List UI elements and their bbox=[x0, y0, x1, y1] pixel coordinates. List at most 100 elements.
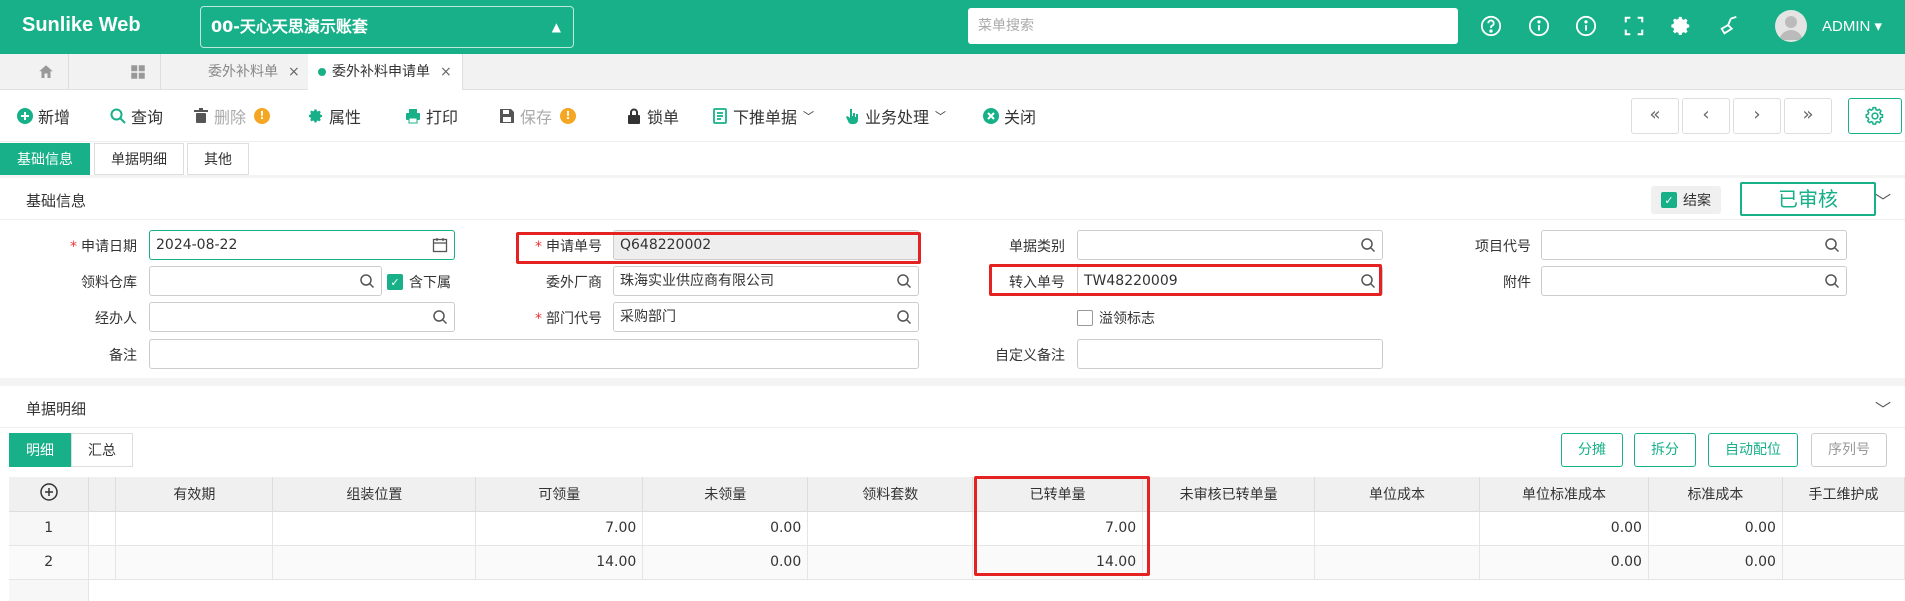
prev-record-button[interactable]: ‹ bbox=[1682, 98, 1730, 134]
table-cell[interactable]: 0.00 bbox=[642, 511, 809, 546]
grid-menu-icon[interactable] bbox=[115, 54, 161, 90]
table-cell[interactable]: 7.00 bbox=[475, 511, 644, 546]
gear-icon[interactable] bbox=[1670, 15, 1692, 37]
first-record-button[interactable]: « bbox=[1631, 98, 1679, 134]
about-icon[interactable] bbox=[1575, 15, 1597, 37]
table-cell[interactable] bbox=[1142, 511, 1316, 546]
tab-summary[interactable]: 汇总 bbox=[71, 433, 133, 467]
business-button[interactable]: 业务处理 ﹀ bbox=[844, 104, 946, 128]
document-icon bbox=[713, 108, 727, 124]
dept-field[interactable]: 采购部门 bbox=[613, 302, 919, 332]
table-cell[interactable] bbox=[1142, 545, 1316, 580]
table-cell[interactable]: 0.00 bbox=[1648, 545, 1783, 580]
auto-position-button[interactable]: 自动配位 bbox=[1708, 433, 1798, 467]
table-cell[interactable] bbox=[1782, 511, 1905, 546]
remark-field[interactable] bbox=[149, 339, 919, 369]
table-cell[interactable]: 14.00 bbox=[475, 545, 644, 580]
warning-icon: ! bbox=[254, 108, 271, 124]
broom-icon[interactable] bbox=[1718, 15, 1740, 37]
help-icon[interactable] bbox=[1480, 15, 1502, 37]
add-button[interactable]: 新增 bbox=[17, 104, 70, 128]
apply-date-field[interactable]: 2024-08-22 bbox=[149, 230, 455, 260]
account-select-value: 00-天心天思演示账套 bbox=[211, 17, 368, 36]
column-header[interactable]: 可领量 bbox=[475, 477, 644, 512]
doc-type-field[interactable] bbox=[1077, 230, 1383, 260]
info-icon[interactable] bbox=[1528, 15, 1550, 37]
menu-search-input[interactable] bbox=[968, 8, 1458, 44]
chevron-down-icon[interactable]: ﹀ bbox=[1875, 396, 1891, 420]
tab-other[interactable]: 其他 bbox=[187, 143, 249, 175]
column-header[interactable]: 组装位置 bbox=[272, 477, 477, 512]
table-cell[interactable]: 0.00 bbox=[1648, 511, 1783, 546]
tab-basic-info[interactable]: 基础信息 bbox=[0, 143, 90, 175]
allocate-button[interactable]: 分摊 bbox=[1561, 433, 1623, 467]
search-icon bbox=[110, 108, 126, 124]
table-cell[interactable] bbox=[1314, 511, 1481, 546]
print-button[interactable]: 打印 bbox=[405, 104, 458, 128]
transfer-no-highlight bbox=[989, 264, 1382, 296]
delete-button[interactable]: 删除 ! bbox=[193, 104, 271, 128]
trash-icon bbox=[194, 108, 208, 123]
push-down-label: 下推单据 bbox=[733, 108, 798, 127]
table-cell[interactable] bbox=[272, 511, 477, 546]
table-cell[interactable]: 0.00 bbox=[1479, 545, 1649, 580]
close-button[interactable]: 关闭 bbox=[983, 104, 1036, 128]
table-cell[interactable] bbox=[115, 545, 274, 580]
chevron-down-icon[interactable]: ﹀ bbox=[1875, 188, 1891, 212]
closed-checkbox[interactable]: ✓ 结案 bbox=[1651, 186, 1721, 214]
handler-field[interactable] bbox=[149, 302, 455, 332]
include-sub-checkbox[interactable]: ✓ 含下属 bbox=[387, 272, 451, 292]
custom-remark-field[interactable] bbox=[1077, 339, 1383, 369]
table-cell[interactable] bbox=[1782, 545, 1905, 580]
table-cell[interactable] bbox=[1314, 545, 1481, 580]
settings-button[interactable] bbox=[1848, 98, 1902, 134]
user-menu[interactable]: ADMIN ▾ bbox=[1822, 17, 1882, 35]
column-header[interactable]: 领料套数 bbox=[807, 477, 974, 512]
column-header[interactable]: 单位成本 bbox=[1314, 477, 1481, 512]
avatar[interactable] bbox=[1775, 10, 1807, 42]
project-field[interactable] bbox=[1541, 230, 1847, 260]
push-down-button[interactable]: 下推单据 ﹀ bbox=[712, 104, 814, 128]
close-icon[interactable]: × bbox=[288, 64, 300, 80]
split-button[interactable]: 拆分 bbox=[1634, 433, 1696, 467]
vendor-field[interactable]: 珠海实业供应商有限公司 bbox=[613, 266, 919, 296]
table-cell[interactable]: 0.00 bbox=[642, 545, 809, 580]
account-select[interactable]: 00-天心天思演示账套 ▲ bbox=[200, 6, 574, 48]
home-icon[interactable] bbox=[23, 54, 69, 90]
table-cell[interactable] bbox=[807, 511, 974, 546]
column-header[interactable]: 未领量 bbox=[642, 477, 809, 512]
lock-button[interactable]: 锁单 bbox=[626, 104, 679, 128]
table-row[interactable]: 1 7.00 0.00 7.00 0.00 0.00 bbox=[9, 511, 1905, 546]
table-row[interactable]: 2 14.00 0.00 14.00 0.00 0.00 bbox=[9, 545, 1905, 580]
properties-button[interactable]: 属性 bbox=[308, 104, 361, 128]
column-header[interactable]: 标准成本 bbox=[1648, 477, 1783, 512]
tab-detail[interactable]: 明细 bbox=[9, 433, 71, 467]
tab-outsource-supplement-request[interactable]: 委外补料申请单 × bbox=[308, 54, 463, 90]
vendor-label: 委外厂商 bbox=[546, 275, 602, 291]
close-circle-icon bbox=[983, 108, 999, 124]
warehouse-field[interactable] bbox=[149, 266, 382, 296]
overflow-checkbox[interactable]: 溢领标志 bbox=[1077, 308, 1155, 328]
query-button[interactable]: 查询 bbox=[110, 104, 163, 128]
add-row-icon[interactable] bbox=[9, 477, 90, 512]
table-cell[interactable] bbox=[272, 545, 477, 580]
close-icon[interactable]: × bbox=[440, 64, 452, 80]
last-record-button[interactable]: » bbox=[1784, 98, 1832, 134]
table-cell[interactable] bbox=[807, 545, 974, 580]
table-cell[interactable]: 0.00 bbox=[1479, 511, 1649, 546]
column-header[interactable]: 未审核已转单量 bbox=[1142, 477, 1316, 512]
tab-outsource-supplement[interactable]: 委外补料单 × bbox=[198, 54, 311, 90]
table-cell[interactable] bbox=[115, 511, 274, 546]
doc-type-label: 单据类别 bbox=[1009, 239, 1065, 255]
save-button[interactable]: 保存 ! bbox=[499, 104, 577, 128]
basic-info-header: 基础信息 ✓ 结案 已审核 ﹀ bbox=[0, 178, 1905, 220]
column-header[interactable]: 有效期 bbox=[115, 477, 274, 512]
tab-doc-detail[interactable]: 单据明细 bbox=[94, 143, 184, 175]
attach-field[interactable] bbox=[1541, 266, 1847, 296]
row-number: 2 bbox=[9, 545, 90, 580]
column-header[interactable]: 单位标准成本 bbox=[1479, 477, 1649, 512]
serial-number-button[interactable]: 序列号 bbox=[1811, 433, 1887, 467]
next-record-button[interactable]: › bbox=[1733, 98, 1781, 134]
column-header[interactable]: 手工维护成 bbox=[1782, 477, 1905, 512]
fullscreen-icon[interactable] bbox=[1623, 15, 1645, 37]
